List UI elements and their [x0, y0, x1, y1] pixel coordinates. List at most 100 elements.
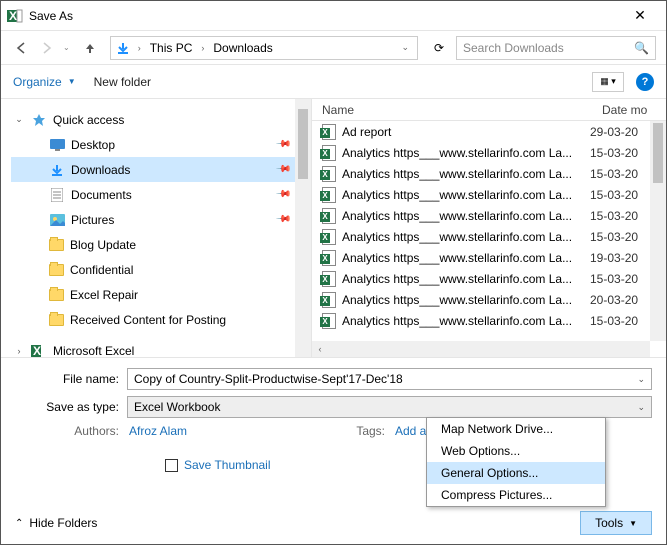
authors-label: Authors: — [15, 424, 119, 438]
folder-icon — [49, 289, 64, 301]
chevron-right-icon: › — [198, 43, 207, 53]
file-row[interactable]: Analytics https___www.stellarinfo.com La… — [322, 289, 666, 310]
tree-desktop[interactable]: Desktop 📌 — [11, 132, 307, 157]
folder-icon — [49, 239, 64, 251]
file-name: Analytics https___www.stellarinfo.com La… — [342, 167, 584, 181]
file-row[interactable]: Analytics https___www.stellarinfo.com La… — [322, 268, 666, 289]
file-row[interactable]: Analytics https___www.stellarinfo.com La… — [322, 205, 666, 226]
file-name: Analytics https___www.stellarinfo.com La… — [342, 251, 584, 265]
title-bar: X Save As ✕ — [1, 1, 666, 31]
file-name: Analytics https___www.stellarinfo.com La… — [342, 146, 584, 160]
tree-downloads[interactable]: Downloads 📌 — [11, 157, 307, 182]
checkbox-icon — [165, 459, 178, 472]
column-name[interactable]: Name — [322, 103, 602, 117]
search-placeholder: Search Downloads — [463, 41, 564, 55]
file-row[interactable]: Analytics https___www.stellarinfo.com La… — [322, 142, 666, 163]
file-date: 15-03-20 — [590, 230, 648, 244]
menu-general-options[interactable]: General Options... — [427, 462, 605, 484]
file-date: 15-03-20 — [590, 188, 648, 202]
file-name: Analytics https___www.stellarinfo.com La… — [342, 188, 584, 202]
chevron-right-icon: › — [135, 43, 144, 53]
xlsx-icon — [322, 145, 336, 161]
address-bar[interactable]: › This PC › Downloads ⌄ — [110, 36, 418, 60]
recent-dropdown[interactable]: ⌄ — [63, 43, 70, 52]
hide-folders-button[interactable]: ⌃ Hide Folders — [15, 516, 97, 530]
downloads-icon — [49, 162, 65, 178]
file-row[interactable]: Analytics https___www.stellarinfo.com La… — [322, 247, 666, 268]
saveastype-combobox[interactable]: Excel Workbook⌄ — [127, 396, 652, 418]
pin-icon: 📌 — [274, 136, 291, 153]
star-icon — [31, 112, 47, 128]
xlsx-icon — [322, 313, 336, 329]
tree-received[interactable]: Received Content for Posting — [11, 307, 307, 332]
file-name: Analytics https___www.stellarinfo.com La… — [342, 230, 584, 244]
file-row[interactable]: Analytics https___www.stellarinfo.com La… — [322, 184, 666, 205]
excel-icon: X — [31, 343, 47, 358]
help-button[interactable]: ? — [636, 73, 654, 91]
svg-text:X: X — [33, 344, 41, 358]
menu-compress-pictures[interactable]: Compress Pictures... — [427, 484, 605, 506]
xlsx-icon — [322, 250, 336, 266]
file-row[interactable]: Analytics https___www.stellarinfo.com La… — [322, 163, 666, 184]
tree-documents[interactable]: Documents 📌 — [11, 182, 307, 207]
tools-button[interactable]: Tools▼ — [580, 511, 652, 535]
address-dropdown[interactable]: ⌄ — [397, 42, 413, 53]
refresh-button[interactable]: ⟳ — [428, 41, 450, 55]
search-icon: 🔍 — [634, 41, 649, 55]
file-row[interactable]: Analytics https___www.stellarinfo.com La… — [322, 226, 666, 247]
toolbar: Organize▼ New folder ▦ ▾ ? — [1, 65, 666, 99]
documents-icon — [49, 187, 65, 203]
tools-menu: Map Network Drive... Web Options... Gene… — [426, 417, 606, 507]
chevron-up-icon: ⌃ — [15, 518, 23, 529]
up-button[interactable] — [80, 38, 100, 58]
save-panel: File name: Copy of Country-Split-Product… — [1, 357, 666, 545]
tree-confidential[interactable]: Confidential — [11, 257, 307, 282]
file-row[interactable]: Ad report29-03-20 — [322, 121, 666, 142]
breadcrumb-downloads[interactable]: Downloads — [211, 41, 274, 55]
pin-icon: 📌 — [274, 161, 291, 178]
file-date: 15-03-20 — [590, 272, 648, 286]
file-date: 19-03-20 — [590, 251, 648, 265]
pictures-icon — [49, 212, 65, 228]
column-date[interactable]: Date mo — [602, 103, 666, 117]
menu-map-network-drive[interactable]: Map Network Drive... — [427, 418, 605, 440]
file-date: 15-03-20 — [590, 167, 648, 181]
window-title: Save As — [29, 9, 620, 23]
folder-icon — [49, 264, 64, 276]
pin-icon: 📌 — [274, 186, 291, 203]
main-area: ⌄ Quick access Desktop 📌 Downloads 📌 Doc… — [1, 99, 666, 357]
file-list: Name Date mo Ad report29-03-20 Analytics … — [311, 99, 666, 357]
tree-blog-update[interactable]: Blog Update — [11, 232, 307, 257]
file-scrollbar-v[interactable] — [650, 121, 666, 341]
search-input[interactable]: Search Downloads 🔍 — [456, 36, 656, 60]
file-list-header: Name Date mo — [312, 99, 666, 121]
collapse-icon[interactable]: ⌄ — [13, 114, 25, 125]
tree-ms-excel[interactable]: › X Microsoft Excel — [11, 338, 307, 357]
tree-pictures[interactable]: Pictures 📌 — [11, 207, 307, 232]
xlsx-icon — [322, 124, 336, 140]
back-button[interactable] — [11, 38, 31, 58]
xlsx-icon — [322, 166, 336, 182]
file-name: Analytics https___www.stellarinfo.com La… — [342, 209, 584, 223]
authors-value[interactable]: Afroz Alam — [129, 424, 187, 438]
new-folder-button[interactable]: New folder — [94, 75, 151, 89]
tree-quick-access[interactable]: ⌄ Quick access — [11, 107, 307, 132]
filename-input[interactable]: Copy of Country-Split-Productwise-Sept'1… — [127, 368, 652, 390]
view-options-button[interactable]: ▦ ▾ — [592, 72, 624, 92]
desktop-icon — [49, 137, 65, 153]
menu-web-options[interactable]: Web Options... — [427, 440, 605, 462]
file-name: Analytics https___www.stellarinfo.com La… — [342, 272, 584, 286]
file-scrollbar-h[interactable]: ‹ — [312, 341, 650, 357]
tree-excel-repair[interactable]: Excel Repair — [11, 282, 307, 307]
file-row[interactable]: Analytics https___www.stellarinfo.com La… — [322, 310, 666, 331]
footer-bar: ⌃ Hide Folders Tools▼ — [15, 511, 652, 535]
organize-button[interactable]: Organize▼ — [13, 75, 76, 89]
breadcrumb-this-pc[interactable]: This PC — [148, 41, 195, 55]
forward-button[interactable] — [37, 38, 57, 58]
tree-scrollbar[interactable] — [295, 99, 311, 357]
expand-icon[interactable]: › — [13, 346, 25, 356]
folder-icon — [49, 314, 64, 326]
xlsx-icon — [322, 271, 336, 287]
close-button[interactable]: ✕ — [620, 7, 660, 24]
downloads-folder-icon — [115, 40, 131, 56]
